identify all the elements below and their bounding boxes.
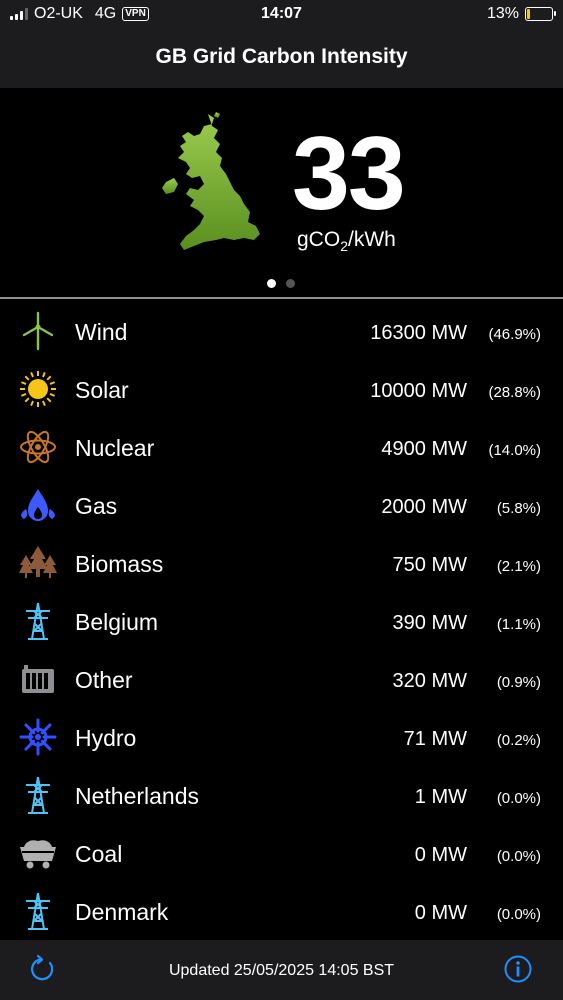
title-bar: GB Grid Carbon Intensity bbox=[0, 28, 563, 88]
source-power: 0 MW bbox=[414, 902, 467, 924]
wind-turbine-icon bbox=[18, 311, 58, 351]
source-percentage: (0.9%) bbox=[496, 674, 541, 691]
source-name: Denmark bbox=[75, 899, 169, 925]
source-name: Wind bbox=[75, 319, 128, 345]
source-row-other[interactable]: Other 320 MW (0.9%) bbox=[0, 651, 563, 709]
hero-divider bbox=[0, 297, 563, 299]
pylon-icon bbox=[18, 775, 58, 815]
source-row-hydro[interactable]: Hydro 71 MW (0.2%) bbox=[0, 709, 563, 767]
source-power: 16300 MW bbox=[370, 322, 467, 344]
battery-fill bbox=[527, 9, 531, 19]
source-percentage: (28.8%) bbox=[488, 384, 541, 401]
page-dot-1[interactable] bbox=[267, 279, 276, 288]
source-name: Gas bbox=[75, 493, 118, 519]
source-row-netherlands[interactable]: Netherlands 1 MW (0.0%) bbox=[0, 767, 563, 825]
source-row-wind[interactable]: Wind 16300 MW (46.9%) bbox=[0, 303, 563, 361]
page-dot-2[interactable] bbox=[286, 279, 295, 288]
source-name: Solar bbox=[75, 377, 129, 403]
carbon-intensity-value: 33 bbox=[292, 116, 406, 232]
source-row-nuclear[interactable]: Nuclear 4900 MW (14.0%) bbox=[0, 419, 563, 477]
source-name: Other bbox=[75, 667, 133, 693]
intensity-unit: gCO2/kWh bbox=[297, 228, 396, 254]
intensity-panel[interactable]: 33 gCO2/kWh bbox=[0, 88, 563, 298]
source-power: 71 MW bbox=[403, 728, 467, 750]
unit-suffix: /kWh bbox=[347, 228, 396, 251]
source-percentage: (0.0%) bbox=[496, 906, 541, 923]
source-power: 1 MW bbox=[414, 786, 467, 808]
status-right: 13% bbox=[486, 5, 556, 23]
source-percentage: (46.9%) bbox=[488, 326, 541, 343]
uk-map-icon bbox=[162, 112, 260, 250]
water-wheel-icon bbox=[18, 717, 58, 757]
battery-percent: 13% bbox=[486, 5, 519, 22]
sun-icon bbox=[18, 369, 58, 409]
pylon-icon bbox=[18, 601, 58, 641]
unit-prefix: gCO bbox=[297, 228, 341, 251]
generation-list: Wind 16300 MW (46.9%) Solar 10000 MW (28.8%) N… bbox=[0, 303, 563, 941]
source-name: Biomass bbox=[75, 551, 164, 577]
last-updated-label: Updated 25/05/2025 14:05 BST bbox=[168, 962, 395, 979]
bottom-toolbar: Updated 25/05/2025 14:05 BST bbox=[0, 940, 563, 1000]
pylon-icon bbox=[18, 891, 58, 931]
factory-icon bbox=[18, 659, 58, 699]
source-name: Belgium bbox=[75, 609, 159, 635]
coal-cart-icon bbox=[18, 833, 58, 873]
source-percentage: (0.0%) bbox=[496, 848, 541, 865]
source-percentage: (0.0%) bbox=[496, 790, 541, 807]
source-row-denmark[interactable]: Denmark 0 MW (0.0%) bbox=[0, 883, 563, 941]
source-row-solar[interactable]: Solar 10000 MW (28.8%) bbox=[0, 361, 563, 419]
status-bar: O2-UK 4G VPN 14:07 13% bbox=[0, 0, 563, 28]
battery-icon bbox=[525, 7, 556, 21]
source-power: 750 MW bbox=[392, 554, 467, 576]
trees-icon bbox=[18, 543, 58, 583]
flame-icon bbox=[18, 485, 58, 525]
source-row-belgium[interactable]: Belgium 390 MW (1.1%) bbox=[0, 593, 563, 651]
source-row-coal[interactable]: Coal 0 MW (0.0%) bbox=[0, 825, 563, 883]
page-indicator[interactable] bbox=[267, 279, 295, 288]
source-percentage: (1.1%) bbox=[496, 616, 541, 633]
atom-icon bbox=[18, 427, 58, 467]
source-power: 0 MW bbox=[414, 844, 467, 866]
status-time: 14:07 bbox=[261, 5, 302, 22]
source-power: 2000 MW bbox=[381, 496, 467, 518]
unit-subscript: 2 bbox=[340, 238, 348, 255]
source-power: 320 MW bbox=[392, 670, 467, 692]
source-row-biomass[interactable]: Biomass 750 MW (2.1%) bbox=[0, 535, 563, 593]
source-name: Coal bbox=[75, 841, 123, 867]
source-name: Nuclear bbox=[75, 435, 155, 461]
source-percentage: (14.0%) bbox=[488, 442, 541, 459]
source-percentage: (2.1%) bbox=[496, 558, 541, 575]
source-row-gas[interactable]: Gas 2000 MW (5.8%) bbox=[0, 477, 563, 535]
source-percentage: (0.2%) bbox=[496, 732, 541, 749]
source-name: Netherlands bbox=[75, 783, 200, 809]
page-title: GB Grid Carbon Intensity bbox=[155, 45, 408, 68]
info-icon[interactable] bbox=[503, 954, 533, 984]
source-power: 10000 MW bbox=[370, 380, 467, 402]
source-percentage: (5.8%) bbox=[496, 500, 541, 517]
source-name: Hydro bbox=[75, 725, 137, 751]
source-power: 4900 MW bbox=[381, 438, 467, 460]
source-power: 390 MW bbox=[392, 612, 467, 634]
